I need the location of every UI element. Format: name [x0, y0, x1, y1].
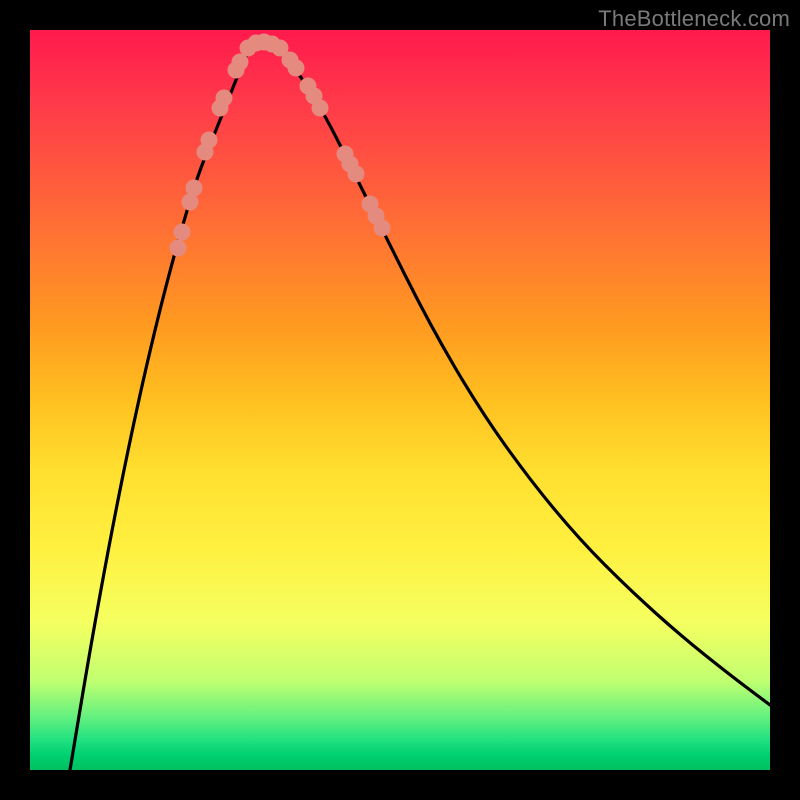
- watermark-text: TheBottleneck.com: [598, 6, 790, 32]
- data-marker: [216, 90, 233, 107]
- data-marker: [186, 180, 203, 197]
- data-marker: [288, 60, 305, 77]
- app-frame: TheBottleneck.com: [0, 0, 800, 800]
- marker-layer: [170, 34, 391, 257]
- data-marker: [348, 166, 365, 183]
- data-marker: [201, 132, 218, 149]
- data-marker: [170, 240, 187, 257]
- data-marker: [312, 100, 329, 117]
- plot-area: [30, 30, 770, 770]
- bottleneck-curve: [70, 43, 770, 771]
- data-marker: [374, 220, 391, 237]
- data-marker: [174, 224, 191, 241]
- curve-svg: [30, 30, 770, 770]
